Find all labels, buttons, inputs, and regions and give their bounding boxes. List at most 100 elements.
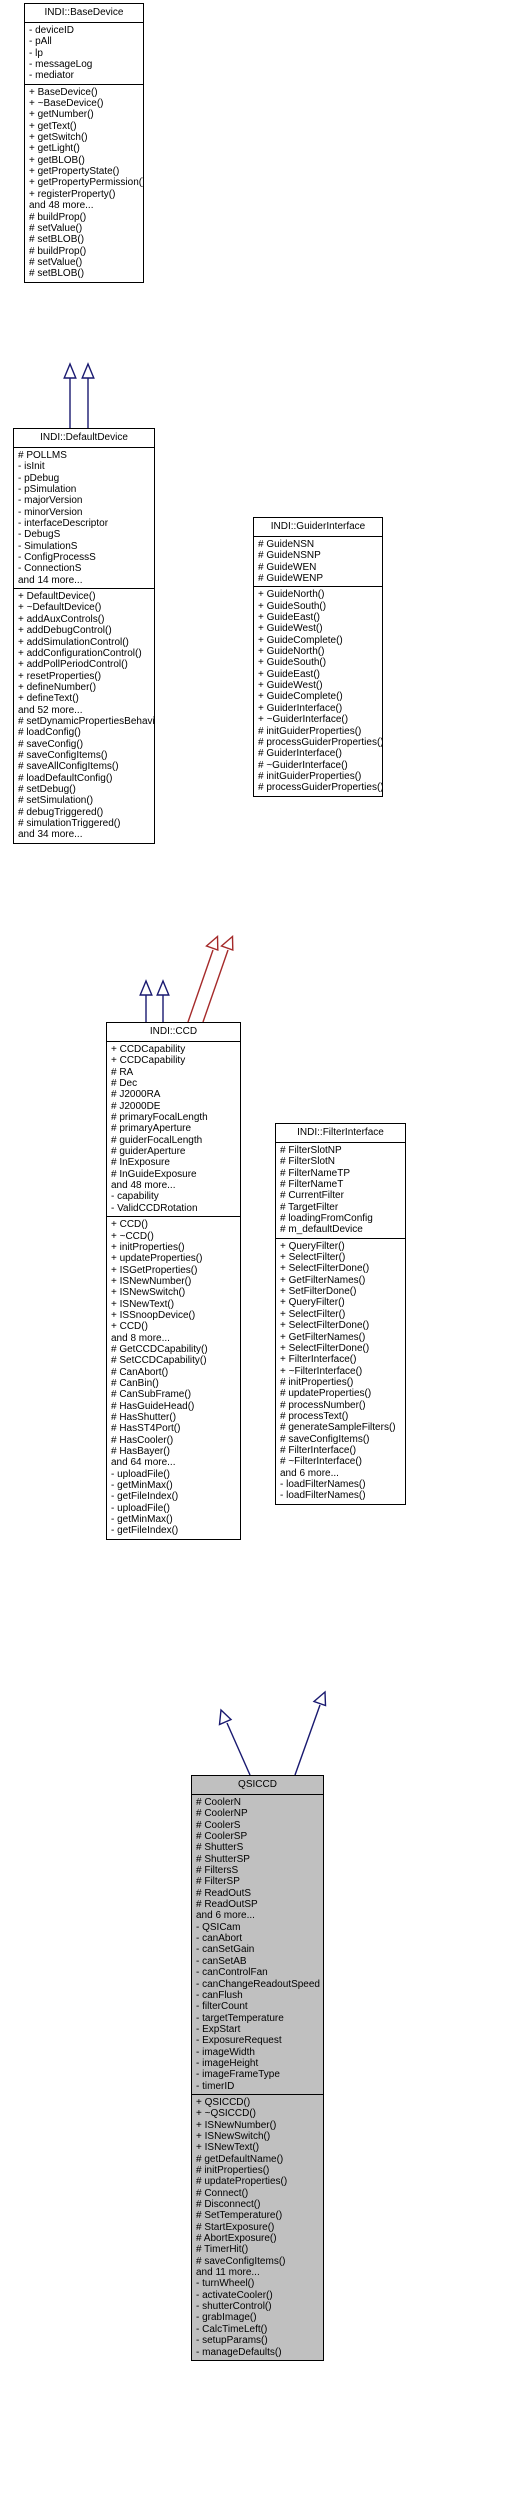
operation-row: # buildProp() <box>29 245 87 257</box>
operation-row: # loadDefaultConfig() <box>18 772 113 784</box>
operation-row: # saveAllConfigItems() <box>18 761 119 773</box>
attribute-row: # primaryFocalLength <box>111 1112 208 1124</box>
uml-class-defaultdevice[interactable]: INDI::DefaultDevice # POLLMS - isInit - pDe… <box>13 428 155 844</box>
edge-ccd-qsiccd <box>218 1708 251 1776</box>
class-attributes-basedevice: - deviceID - pAll - lp - messageLog - mediat… <box>25 23 143 84</box>
attribute-row: # ShutterS <box>196 1842 244 1854</box>
operation-row: - manageDefaults() <box>196 2346 282 2358</box>
operation-row: - getMinMax() <box>111 1514 173 1526</box>
operation-row: # initGuiderProperties() <box>258 770 362 782</box>
operation-row: + DefaultDevice() <box>18 591 96 603</box>
operation-row: + SetFilterDone() <box>280 1286 357 1298</box>
operation-row: # debugTriggered() <box>18 806 104 818</box>
operation-row: + addConfigurationControl() <box>18 647 142 659</box>
operation-row: + defineText() <box>18 693 79 705</box>
uml-class-qsiccd[interactable]: QSICCD # CoolerN # CoolerNP # CoolerS # Cool… <box>191 1775 324 2361</box>
operation-row: - loadFilterNames() <box>280 1490 366 1502</box>
uml-class-basedevice[interactable]: INDI::BaseDevice- deviceID - pAll - lp - me… <box>24 3 144 283</box>
operation-row: - loadFilterNames() <box>280 1478 366 1490</box>
uml-class-filterinterface[interactable]: INDI::FilterInterface # FilterSlotNP # Fil… <box>275 1123 406 1505</box>
operation-row: + SelectFilter() <box>280 1308 346 1320</box>
operation-row: # processGuiderProperties() <box>258 782 382 794</box>
operation-row: + ~CCD() <box>111 1230 154 1242</box>
operation-row: # ~GuiderInterface() <box>258 759 348 771</box>
attribute-row: + CCDCapability <box>111 1055 186 1067</box>
operation-row: # processNumber() <box>280 1399 366 1411</box>
class-operations-ccd: + CCD() + ~CCD() + initProperties() + updat… <box>107 1217 240 1539</box>
operation-row: - CalcTimeLeft() <box>196 2323 268 2335</box>
attribute-row: # CoolerS <box>196 1819 241 1831</box>
attribute-row: # FiltersS <box>196 1865 239 1877</box>
class-title-basedevice: INDI::BaseDevice <box>44 7 124 18</box>
operation-row: + GuideNorth() <box>258 646 325 658</box>
operation-row: + ISGetProperties() <box>111 1264 198 1276</box>
operation-row: + GuideEast() <box>258 612 320 624</box>
operation-row: + initProperties() <box>111 1241 185 1253</box>
attribute-row: - mediator <box>29 70 75 82</box>
attribute-row: # ShutterSP <box>196 1853 250 1865</box>
operation-row: - getMinMax() <box>111 1480 173 1492</box>
operation-row: + ISNewSwitch() <box>111 1287 186 1299</box>
attribute-row: - QSICam <box>196 1921 241 1933</box>
operation-row: # HasCooler() <box>111 1434 174 1446</box>
attribute-row: - canChangeReadoutSpeed <box>196 1978 320 1990</box>
attribute-row: - targetTemperature <box>196 2012 284 2024</box>
operation-row: # initGuiderProperties() <box>258 725 362 737</box>
operation-row: # HasBayer() <box>111 1446 170 1458</box>
operation-row: # setDebug() <box>18 783 76 795</box>
operation-row: # SetTemperature() <box>196 2210 283 2222</box>
operation-row: + GuideSouth() <box>258 657 327 669</box>
uml-class-ccd[interactable]: INDI::CCD + CCDCapability + CCDCapability #… <box>106 1022 241 1540</box>
attribute-row: - pAll <box>29 36 52 48</box>
operation-row: + getPropertyPermission() <box>29 177 143 189</box>
attribute-row: # POLLMS <box>18 450 67 461</box>
attribute-row: - imageHeight <box>196 2057 259 2069</box>
operation-row: # HasST4Port() <box>111 1423 181 1435</box>
attribute-row: # FilterSP <box>196 1876 240 1888</box>
operation-row: + GetFilterNames() <box>280 1274 366 1286</box>
attribute-row: - imageWidth <box>196 2046 255 2058</box>
operation-row: + ~FilterInterface() <box>280 1365 363 1377</box>
attribute-row: # InGuideExposure <box>111 1168 197 1180</box>
attribute-row: - interfaceDescriptor <box>18 518 109 530</box>
operation-row: + ISSnoopDevice() <box>111 1309 196 1321</box>
operation-row: # CanBin() <box>111 1377 159 1389</box>
class-title-filterinterface: INDI::FilterInterface <box>297 1127 384 1138</box>
edge-guiderinterface-ccd-a <box>187 934 219 1023</box>
operation-row: and 48 more... <box>29 200 94 212</box>
operation-row: + BaseDevice() <box>29 86 98 98</box>
operation-row: - shutterControl() <box>196 2301 272 2313</box>
operation-row: # setValue() <box>29 222 83 234</box>
attribute-row: - ConfigProcessS <box>18 552 96 564</box>
attribute-row: # J2000RA <box>111 1089 161 1101</box>
operation-row: + getPropertyState() <box>29 166 120 178</box>
attribute-row: # ReadOutSP <box>196 1899 258 1911</box>
operation-row: # buildProp() <box>29 211 87 223</box>
operation-row: # saveConfigItems() <box>280 1433 370 1445</box>
operation-row: + getSwitch() <box>29 132 88 144</box>
attribute-row: - pSimulation <box>18 484 77 496</box>
class-operations-defaultdevice: + DefaultDevice() + ~DefaultDevice() + add… <box>14 589 154 843</box>
operation-row: + GuideNorth() <box>258 589 325 601</box>
attribute-row: # InExposure <box>111 1157 170 1169</box>
operation-row: - setupParams() <box>196 2335 268 2347</box>
operation-row: and 6 more... <box>280 1467 339 1479</box>
attribute-row: # CoolerNP <box>196 1808 248 1820</box>
attribute-row: # TargetFilter <box>280 1201 339 1213</box>
attribute-row: # RA <box>111 1066 134 1078</box>
operation-row: and 8 more... <box>111 1332 170 1344</box>
operation-row: + GuideComplete() <box>258 634 343 646</box>
operation-row: # updateProperties() <box>196 2176 288 2188</box>
attribute-row: - messageLog <box>29 59 93 71</box>
operation-row: + SelectFilterDone() <box>280 1320 370 1332</box>
operation-row: # saveConfigItems() <box>18 749 108 761</box>
attribute-row: # CoolerSP <box>196 1831 248 1843</box>
class-attributes-guiderinterface: # GuideNSN # GuideNSNP # GuideWEN # GuideWE… <box>254 537 382 586</box>
operation-row: - turnWheel() <box>196 2278 255 2290</box>
attribute-row: # CoolerN <box>196 1797 242 1808</box>
uml-class-guiderinterface[interactable]: INDI::GuiderInterface # GuideNSN # GuideNS… <box>253 517 383 797</box>
attribute-row: - SimulationS <box>18 540 78 552</box>
edge-filterinterface-qsiccd <box>294 1690 327 1776</box>
operation-row: + defineNumber() <box>18 681 97 693</box>
operation-row: + registerProperty() <box>29 188 116 200</box>
